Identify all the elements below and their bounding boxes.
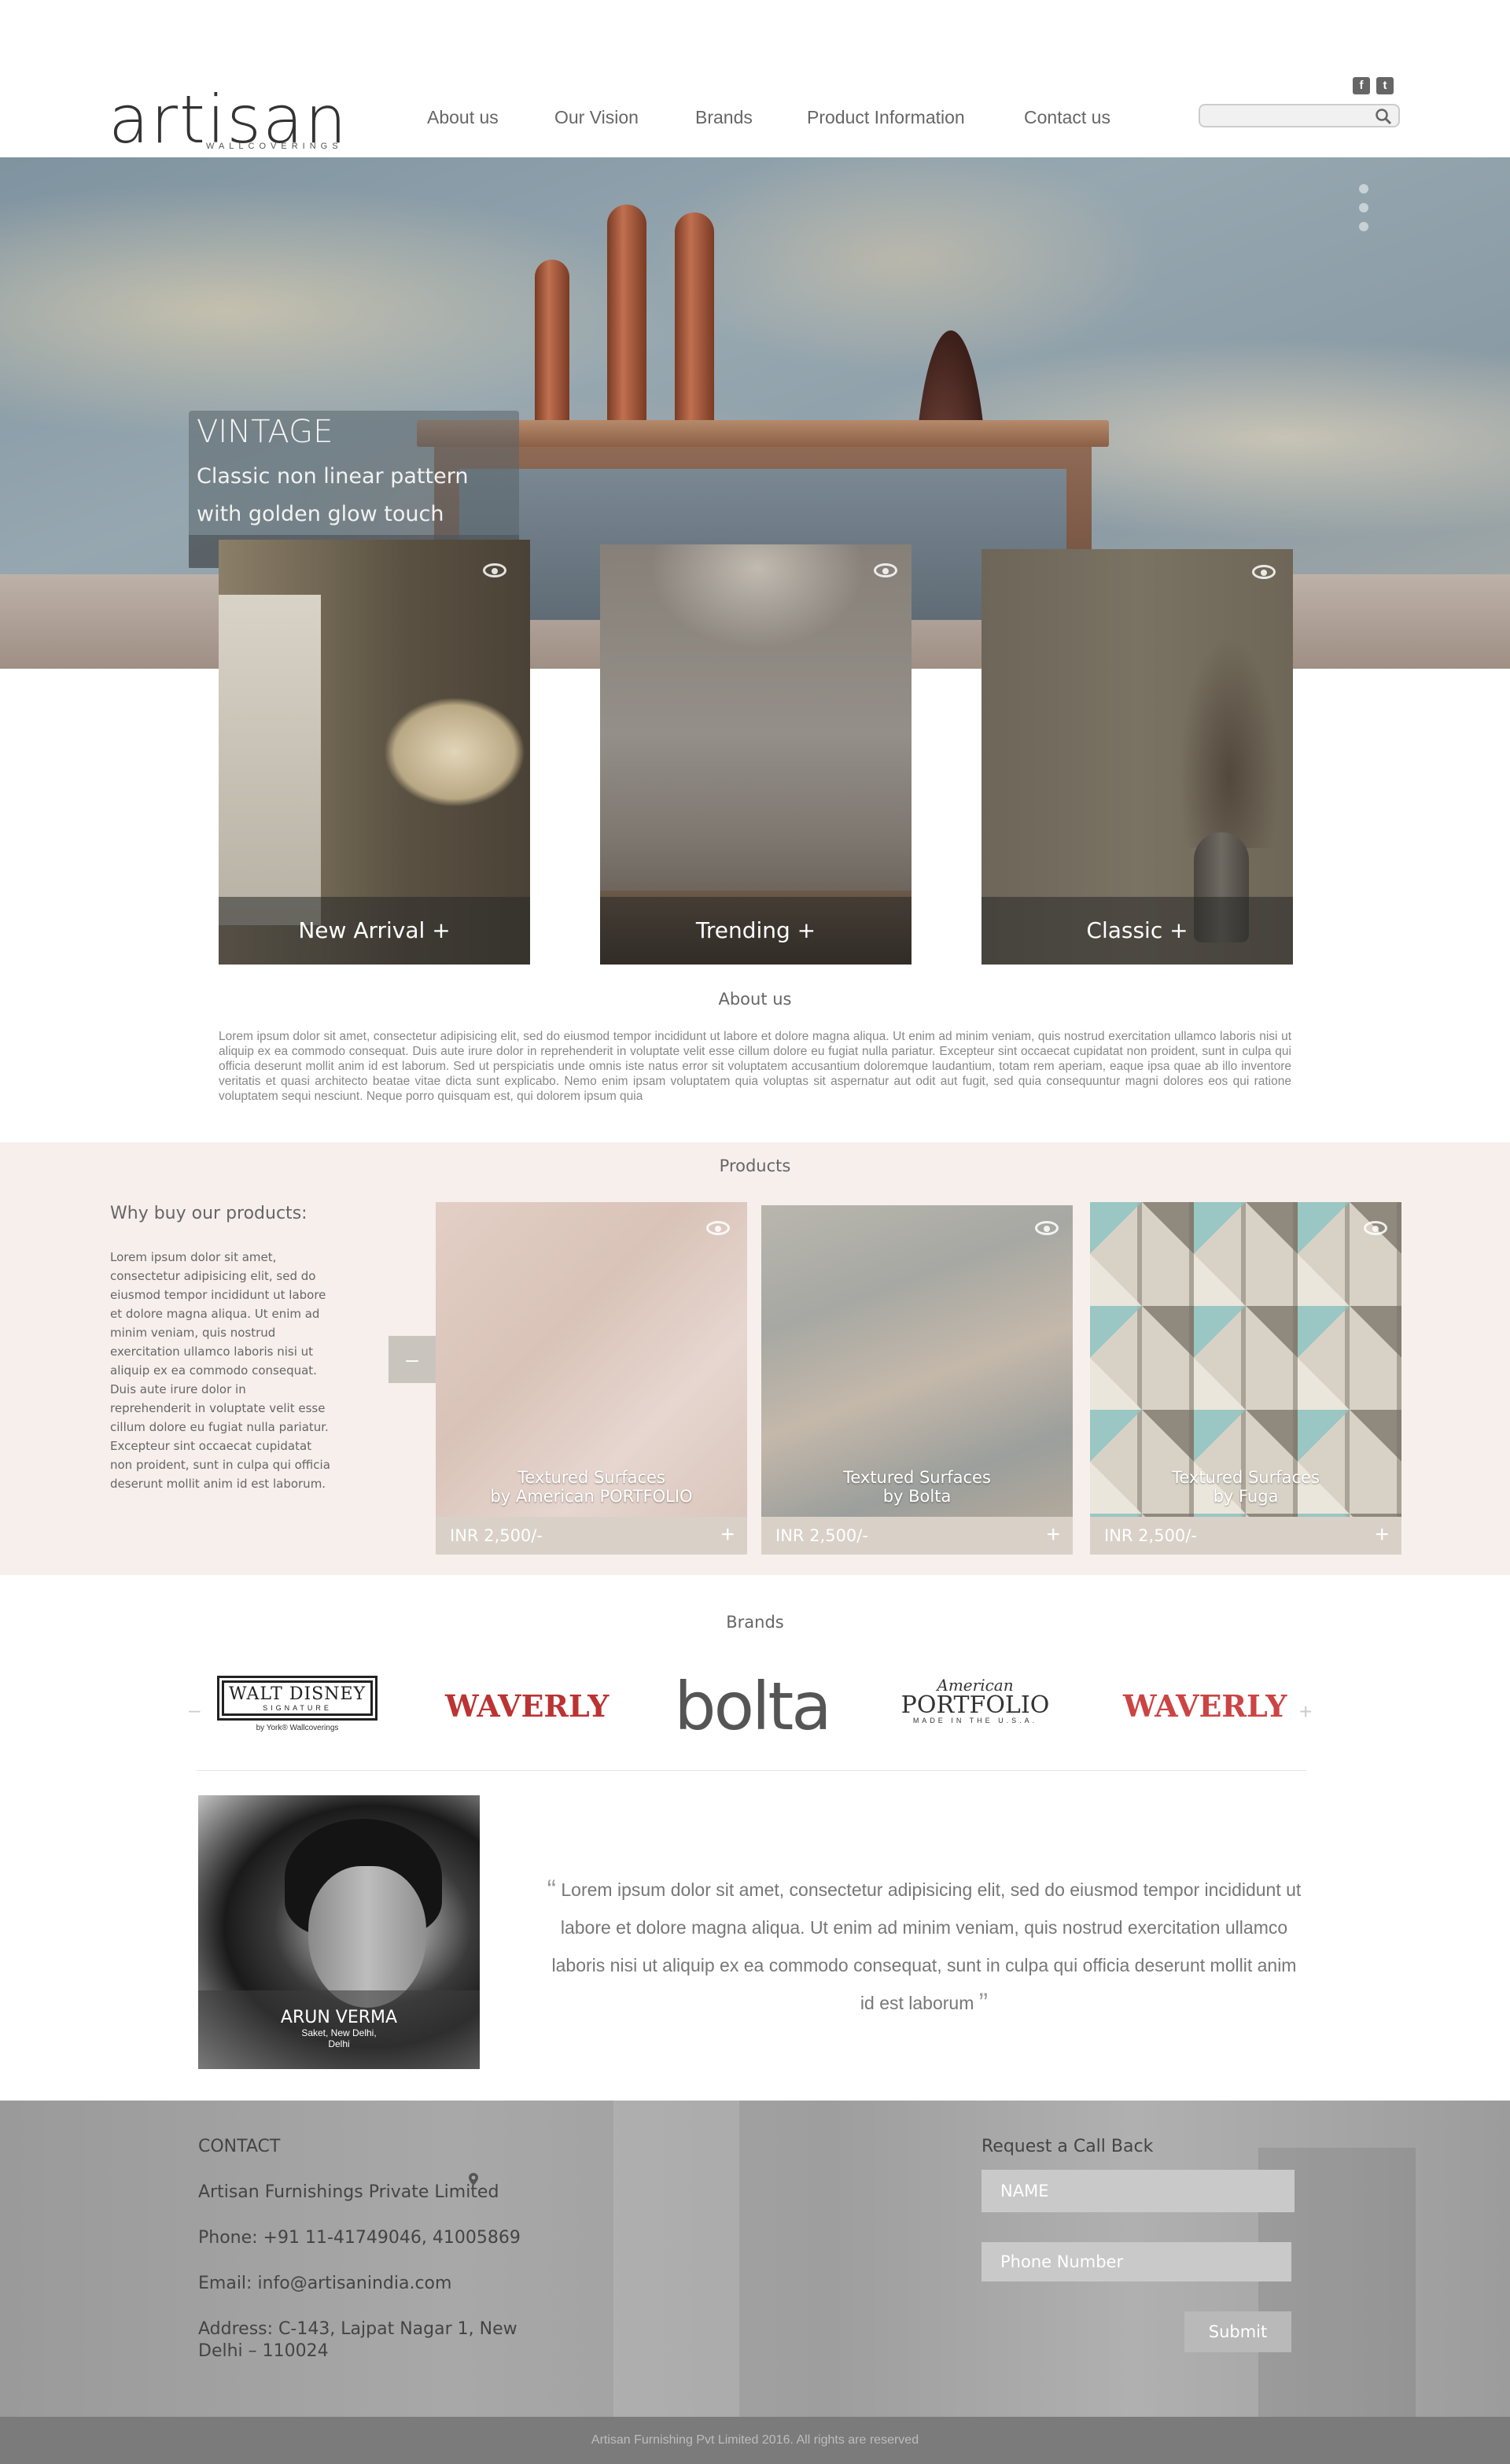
product-name-line1: Textured Surfaces (517, 1468, 665, 1487)
footer-backdrop (613, 2101, 739, 2417)
why-buy-text: Lorem ipsum dolor sit amet, consectetur … (110, 1250, 330, 1491)
category-classic[interactable]: Classic + (982, 549, 1293, 965)
product-card[interactable]: Textured Surfaces by Fuga INR 2,500/- + (1090, 1202, 1401, 1555)
products-title: Products (719, 1156, 791, 1175)
hero-title: VINTAGE (197, 414, 333, 450)
add-to-cart-icon[interactable]: + (1375, 1522, 1389, 1548)
phone-field[interactable] (982, 2242, 1291, 2281)
eye-icon[interactable] (483, 563, 506, 577)
logo-subtitle: WALLCOVERINGS (206, 142, 343, 151)
category-new-arrival[interactable]: New Arrival + (219, 540, 530, 965)
contact-address-line1: Address: C-143, Lajpat Nagar 1, New (198, 2319, 517, 2339)
product-price-bar: INR 2,500/- + (761, 1517, 1073, 1555)
copyright: Artisan Furnishing Pvt Limited 2016. All… (0, 2417, 1510, 2464)
lamp-image (384, 697, 525, 807)
product-name-line2: by Fuga (1213, 1487, 1279, 1506)
brand-bolta-logo[interactable]: bolta (665, 1668, 838, 1745)
slider-dot[interactable] (1359, 203, 1368, 212)
nav-contact-us[interactable]: Contact us (1024, 107, 1110, 128)
add-to-cart-icon[interactable]: + (1046, 1522, 1060, 1548)
eye-icon[interactable] (1364, 1221, 1387, 1235)
product-name-line2: by American PORTFOLIO (490, 1487, 693, 1506)
testimonial-name: ARUN VERMA (280, 2008, 398, 2027)
product-price-bar: INR 2,500/- + (1090, 1517, 1401, 1555)
disney-line2: SIGNATURE (263, 1704, 332, 1712)
category-label[interactable]: Classic + (982, 897, 1293, 965)
product-price: INR 2,500/- (450, 1526, 543, 1545)
chandelier-image (632, 544, 883, 662)
contact-address-line2: Delhi – 110024 (198, 2341, 329, 2361)
product-price-bar: INR 2,500/- + (436, 1517, 747, 1555)
carousel-prev-button[interactable]: – (389, 1336, 436, 1383)
eye-icon[interactable] (874, 563, 897, 577)
disney-line1: WALT DISNEY (228, 1684, 366, 1704)
product-card[interactable]: Textured Surfaces by American PORTFOLIO … (436, 1202, 747, 1555)
why-buy-title: Why buy our products: (110, 1204, 308, 1223)
contact-title: CONTACT (198, 2137, 281, 2156)
brand-waverly-logo[interactable]: WAVERLY (1123, 1688, 1287, 1751)
add-to-cart-icon[interactable]: + (720, 1522, 735, 1548)
slider-dot[interactable] (1359, 184, 1368, 194)
product-name-line1: Textured Surfaces (843, 1468, 991, 1487)
testimonial-location-line1: Saket, New Delhi, (301, 2027, 377, 2038)
disney-sub: by York® Wallcoverings (256, 1724, 339, 1732)
product-name: Textured Surfaces by Fuga (1090, 1468, 1401, 1506)
search-icon[interactable] (1375, 108, 1392, 125)
testimonial-caption: ARUN VERMA Saket, New Delhi, Delhi (198, 1990, 480, 2069)
nav-our-vision[interactable]: Our Vision (554, 107, 639, 128)
search-input[interactable] (1208, 105, 1368, 126)
brand-waverly-logo[interactable]: WAVERLY (445, 1688, 609, 1751)
map-pin-icon[interactable] (469, 2173, 478, 2186)
brand-walt-disney-logo[interactable]: WALT DISNEY SIGNATURE by York® Wallcover… (217, 1676, 378, 1739)
category-label[interactable]: New Arrival + (219, 897, 530, 965)
facebook-icon[interactable]: f (1353, 77, 1370, 94)
testimonial-location-line2: Delhi (328, 2038, 350, 2049)
slider-dot[interactable] (1359, 222, 1368, 231)
product-price: INR 2,500/- (1104, 1526, 1197, 1545)
nav-about-us[interactable]: About us (427, 107, 499, 128)
search-box (1199, 104, 1400, 127)
brand-american-portfolio-logo[interactable]: American PORTFOLIO MADE IN THE U.S.A. (897, 1676, 1054, 1739)
portrait-face (308, 1866, 426, 2008)
contact-phone: Phone: +91 11-41749046, 41005869 (198, 2228, 521, 2248)
testimonial-quote: “ Lorem ipsum dolor sit amet, consectetu… (543, 1871, 1306, 2022)
ap-sub: MADE IN THE U.S.A. (912, 1717, 1038, 1724)
twitter-icon[interactable]: t (1376, 77, 1394, 94)
name-field[interactable] (982, 2170, 1295, 2212)
product-name: Textured Surfaces by American PORTFOLIO (436, 1468, 747, 1506)
nav-product-information[interactable]: Product Information (807, 107, 965, 128)
brands-prev-button[interactable]: – (189, 1698, 200, 1722)
product-price: INR 2,500/- (775, 1526, 868, 1545)
eye-icon[interactable] (1252, 565, 1276, 579)
contact-email[interactable]: Email: info@artisanindia.com (198, 2274, 451, 2293)
submit-button[interactable]: Submit (1184, 2311, 1291, 2352)
contact-company: Artisan Furnishings Private Limited (198, 2182, 499, 2202)
close-quote-icon: ” (978, 1988, 989, 2018)
disney-logo-box: WALT DISNEY SIGNATURE (217, 1676, 378, 1721)
eye-icon[interactable] (1035, 1221, 1059, 1235)
product-name: Textured Surfaces by Bolta (761, 1468, 1073, 1506)
testimonial-portrait: ARUN VERMA Saket, New Delhi, Delhi (198, 1795, 480, 2069)
about-title: About us (718, 990, 792, 1009)
plant-image (1170, 612, 1288, 848)
callback-title: Request a Call Back (982, 2137, 1154, 2156)
nav-brands[interactable]: Brands (695, 107, 753, 128)
about-text: Lorem ipsum dolor sit amet, consectetur … (219, 1030, 1291, 1103)
ap-main: PORTFOLIO (900, 1691, 1050, 1719)
hero-subtitle: Classic non linear pattern with golden g… (197, 464, 469, 526)
testimonial-text: Lorem ipsum dolor sit amet, consectetur … (551, 1879, 1302, 2013)
cabinet-image (219, 595, 321, 925)
brands-title: Brands (726, 1613, 784, 1632)
brands-next-button[interactable]: + (1299, 1699, 1312, 1724)
product-name-line1: Textured Surfaces (1172, 1468, 1320, 1487)
category-trending[interactable]: Trending + (600, 544, 912, 965)
category-label[interactable]: Trending + (600, 897, 912, 965)
product-name-line2: by Bolta (882, 1487, 952, 1506)
brands-divider (197, 1770, 1307, 1771)
product-card[interactable]: Textured Surfaces by Bolta INR 2,500/- + (761, 1205, 1073, 1555)
hero-table (417, 420, 1109, 447)
open-quote-icon: “ (547, 1875, 556, 1905)
eye-icon[interactable] (706, 1221, 730, 1235)
